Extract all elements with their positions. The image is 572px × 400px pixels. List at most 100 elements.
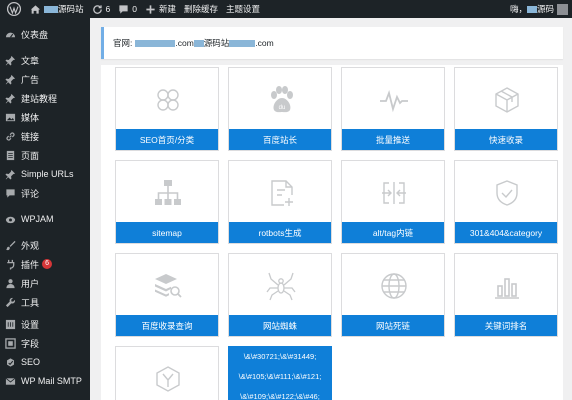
- tool-card-alt-tag[interactable]: alt/tag内链: [341, 160, 445, 244]
- menu-item-links[interactable]: 链接: [0, 127, 90, 145]
- page-icon: [6, 150, 15, 160]
- redacted-block: [229, 39, 256, 47]
- menu-item-plugins[interactable]: 插件 6: [0, 255, 90, 273]
- main-content: 官网: .com 源码站 .com SEO首页/分类 du 百度站长 批量推送 …: [90, 18, 572, 400]
- theme-settings-label: 主题设置: [226, 4, 261, 14]
- mail-icon: [5, 377, 16, 385]
- box-icon: [495, 87, 519, 113]
- settings-icon: [5, 319, 16, 329]
- home-icon: [30, 4, 41, 14]
- menu-item-media[interactable]: 媒体: [0, 108, 90, 126]
- notice-domain-part: .com: [255, 38, 274, 48]
- my-account-link[interactable]: 嗨， 源码: [506, 0, 572, 18]
- tool-card-dead-links[interactable]: 网站死链: [341, 253, 445, 337]
- tool-card-301-404[interactable]: 301&404&category: [454, 160, 558, 244]
- menu-item-label: 广告: [21, 74, 40, 85]
- menu-item-tools[interactable]: 工具: [0, 293, 90, 311]
- menu-item-seo[interactable]: SEO: [0, 353, 90, 371]
- comments-link[interactable]: 0: [114, 0, 141, 18]
- globe-icon: [381, 273, 407, 299]
- menu-item-label: 工具: [21, 297, 40, 308]
- plugin-icon: [7, 259, 15, 270]
- tool-card-baidu-index-query[interactable]: 百度收录查询: [115, 253, 219, 337]
- menu-item-label: 文章: [21, 55, 40, 66]
- comment-icon: [6, 188, 15, 198]
- clover-icon: [157, 89, 179, 111]
- theme-settings-link[interactable]: 主题设置: [222, 0, 264, 18]
- tool-card-batch-push[interactable]: 批量推送: [341, 67, 445, 151]
- media-icon: [5, 113, 16, 121]
- update-count-badge: 6: [42, 259, 53, 269]
- redacted-block: [135, 39, 176, 47]
- tool-card-fast-index[interactable]: 快速收录: [454, 67, 558, 151]
- menu-item-label: 字段: [21, 338, 40, 349]
- admin-bar: 源码站 6 0 新建 删除缓存 主题设置 嗨， 源码: [0, 0, 572, 18]
- admin-sidebar: 仪表盘 文章 广告 建站教程 媒体 链接 页面 Simple URLs 评论 W…: [0, 18, 90, 400]
- menu-item-wp-mail-smtp[interactable]: WP Mail SMTP: [0, 372, 90, 390]
- redacted-block: [526, 5, 537, 13]
- menu-item-posts[interactable]: 文章: [0, 51, 90, 69]
- brush-icon: [5, 240, 16, 250]
- split-icon: [382, 182, 406, 204]
- tool-card-label: 百度站长: [229, 129, 331, 150]
- tool-card-spider[interactable]: 网站蜘蛛: [228, 253, 332, 337]
- link-icon: [6, 131, 15, 141]
- spider-icon: [266, 272, 296, 301]
- tool-card-label: 百度收录查询: [116, 315, 218, 336]
- tool-card-label: rotbots生成: [229, 222, 331, 243]
- tools-panel: SEO首页/分类 du 百度站长 批量推送 快速收录 sitemap rotbo…: [101, 65, 563, 400]
- updates-count: 6: [105, 4, 111, 14]
- menu-item-label: Simple URLs: [21, 169, 74, 179]
- tool-card-label: sitemap: [116, 222, 218, 243]
- menu-item-wpjam[interactable]: WPJAM: [0, 210, 90, 228]
- site-name-link[interactable]: 源码站: [26, 0, 88, 18]
- menu-item-label: 外观: [21, 240, 40, 251]
- tool-card-label: 关键词排名: [455, 315, 557, 336]
- tool-card-baidu-webmaster[interactable]: du 百度站长: [228, 67, 332, 151]
- greeting: 嗨，: [509, 4, 527, 14]
- tool-card-extra[interactable]: [115, 346, 219, 400]
- tool-card-label: 快速收录: [455, 129, 557, 150]
- pulse-icon: [380, 89, 408, 113]
- bar-chart-icon: [495, 278, 519, 299]
- notice-domain-part: 源码站: [203, 38, 230, 48]
- tool-card-keyword-rank[interactable]: 关键词排名: [454, 253, 558, 337]
- menu-item-users[interactable]: 用户: [0, 274, 90, 292]
- new-content-link[interactable]: 新建: [141, 0, 180, 18]
- clear-cache-label: 删除缓存: [184, 4, 219, 14]
- tool-card-sitemap[interactable]: sitemap: [115, 160, 219, 244]
- menu-item-fields[interactable]: 字段: [0, 334, 90, 352]
- pin-icon: [5, 74, 16, 85]
- menu-item-dashboard[interactable]: 仪表盘: [0, 25, 90, 43]
- updates-link[interactable]: 6: [88, 0, 115, 18]
- tool-card-label: 网站死链: [342, 315, 444, 336]
- file-add-icon: [271, 180, 293, 206]
- tool-card-label: 批量推送: [342, 129, 444, 150]
- comments-count: 0: [132, 4, 137, 14]
- tool-card-label: 301&404&category: [455, 222, 557, 243]
- menu-item-settings[interactable]: 设置: [0, 315, 90, 333]
- code-output-card: \&\#30721;\&\#31449; \&\#105;\&\#111;\&\…: [228, 346, 332, 400]
- plus-icon: [146, 4, 155, 14]
- menu-item-comments[interactable]: 评论: [0, 184, 90, 202]
- menu-item-pages[interactable]: 页面: [0, 146, 90, 164]
- menu-item-appearance[interactable]: 外观: [0, 236, 90, 254]
- user-name: 源码: [536, 4, 554, 14]
- tool-card-robots[interactable]: rotbots生成: [228, 160, 332, 244]
- menu-item-ads[interactable]: 广告: [0, 70, 90, 88]
- menu-item-tutorials[interactable]: 建站教程: [0, 89, 90, 107]
- redacted-block: [193, 39, 204, 47]
- dashboard-icon: [5, 32, 16, 38]
- tool-card-label: alt/tag内链: [342, 222, 444, 243]
- menu-item-simple-urls[interactable]: Simple URLs: [0, 165, 90, 183]
- menu-item-label: WP Mail SMTP: [21, 376, 82, 386]
- clear-cache-link[interactable]: 删除缓存: [180, 0, 222, 18]
- avatar: [557, 3, 568, 15]
- code-line: \&\#109;\&\#122;\&\#46;: [240, 392, 320, 400]
- pin-icon: [5, 55, 16, 66]
- wordpress-logo-button[interactable]: [0, 0, 26, 18]
- tool-card-seo-home[interactable]: SEO首页/分类: [115, 67, 219, 151]
- site-name: 源码站: [58, 4, 84, 14]
- comment-icon: [119, 4, 128, 14]
- code-line: \&\#105;\&\#111;\&\#121;: [238, 372, 322, 381]
